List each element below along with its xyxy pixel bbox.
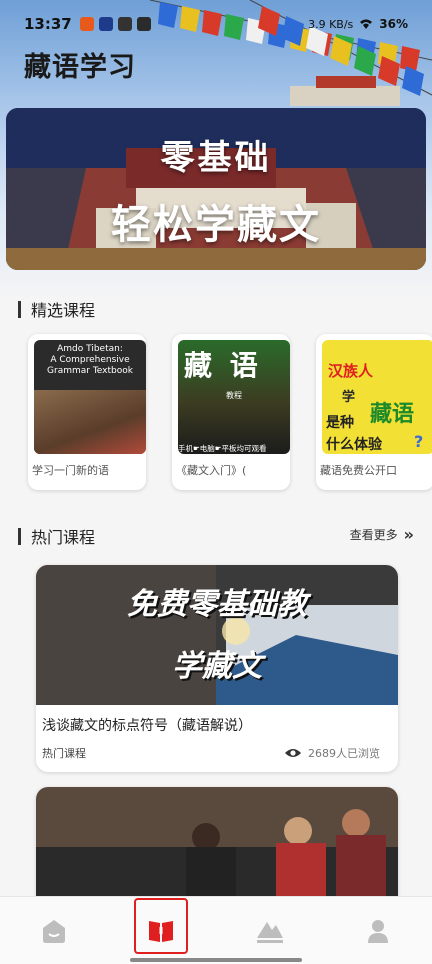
popular-title-text: 热门课程	[31, 528, 96, 547]
double-chevron-right-icon: »	[403, 525, 414, 544]
promo-banner[interactable]: 零基础 轻松学藏文	[6, 108, 426, 270]
course-card[interactable]	[36, 787, 398, 907]
eye-icon	[285, 749, 301, 757]
active-tab-highlight	[134, 898, 188, 954]
course-cover: 免费零基础教 学藏文	[36, 565, 398, 705]
featured-card-label: 《藏文入门》(	[176, 464, 247, 477]
person-icon	[368, 920, 388, 943]
featured-card-label: 学习一门新的语	[32, 464, 109, 477]
link-notification-icon	[117, 17, 132, 31]
cover-text: Grammar Textbook	[47, 366, 133, 376]
cover-text: 是种	[326, 415, 354, 431]
cover-text: 汉族人	[328, 362, 374, 380]
network-speed: 3.9 KB/s	[308, 17, 354, 31]
featured-cover-1: Amdo Tibetan: A Comprehensive Grammar Te…	[34, 340, 146, 454]
banner-subheadline: 轻松学藏文	[111, 202, 321, 248]
wifi-icon	[360, 19, 373, 29]
featured-card-free-course[interactable]: 汉族人 学 藏语 是种 什么体验 ? 藏语免费公开口	[316, 334, 432, 490]
featured-cover-2: 藏 语 教程 手机☛电脑☛平板均可观看	[178, 340, 290, 454]
see-more-link[interactable]: 查看更多 »	[350, 525, 414, 544]
status-time: 13:37	[24, 15, 72, 33]
see-more-label: 查看更多	[349, 528, 398, 542]
message-notification-icon	[136, 17, 151, 31]
featured-section-title: 精选课程	[18, 297, 95, 321]
featured-card-label: 藏语免费公开口	[320, 464, 397, 477]
app-title: 藏语学习	[24, 52, 136, 83]
cover-text: Amdo Tibetan:	[57, 344, 123, 354]
popular-section-title: 热门课程	[18, 524, 95, 548]
cover-text: 手机☛电脑☛平板均可观看	[178, 444, 267, 453]
cover-text: 藏语	[370, 402, 415, 427]
status-right: 3.9 KB/s 36%	[308, 17, 408, 31]
section-marker	[18, 300, 21, 318]
cover-photo	[34, 390, 146, 454]
status-bar: 13:37 3.9 KB/s 36%	[0, 0, 432, 48]
home-icon	[43, 920, 65, 943]
course-cover-image	[36, 787, 398, 907]
course-cover	[36, 787, 398, 907]
play-notification-icon	[98, 17, 113, 31]
cover-text: A Comprehensive	[50, 355, 130, 365]
mountain-icon	[257, 922, 283, 943]
course-views-count: 2689人已浏览	[308, 747, 380, 760]
cover-text: 免费零基础教	[127, 587, 307, 622]
featured-card-tibetan-intro[interactable]: 藏 语 教程 手机☛电脑☛平板均可观看 《藏文入门》(	[172, 334, 290, 490]
featured-cover-3: 汉族人 学 藏语 是种 什么体验 ?	[322, 340, 432, 454]
banner-headline: 零基础	[160, 138, 272, 178]
nav-profile[interactable]	[356, 909, 400, 953]
notification-icons	[79, 17, 151, 31]
cover-text: 藏 语	[184, 349, 262, 382]
bottom-navigation	[0, 896, 432, 964]
featured-card-amdo-tibetan[interactable]: Amdo Tibetan: A Comprehensive Grammar Te…	[28, 334, 146, 490]
featured-title-text: 精选课程	[31, 301, 96, 320]
course-title: 浅谈藏文的标点符号（藏语解说）	[42, 718, 252, 734]
cover-text: 什么体验	[326, 437, 382, 453]
course-tag: 热门课程	[42, 747, 86, 760]
cover-text: ?	[414, 432, 424, 451]
nav-home[interactable]	[32, 909, 76, 953]
cover-text: 学	[342, 390, 356, 405]
app-notification-icon	[79, 17, 94, 31]
nav-explore[interactable]	[248, 909, 292, 953]
home-indicator[interactable]	[130, 958, 302, 962]
course-card[interactable]: 免费零基础教 学藏文 浅谈藏文的标点符号（藏语解说） 热门课程 2689人已浏览	[36, 565, 398, 772]
cover-text: 学藏文	[172, 649, 262, 684]
cover-text: 教程	[226, 391, 242, 400]
section-marker	[18, 527, 21, 545]
battery-level: 36%	[379, 17, 408, 31]
course-views: 2689人已浏览	[284, 745, 380, 761]
